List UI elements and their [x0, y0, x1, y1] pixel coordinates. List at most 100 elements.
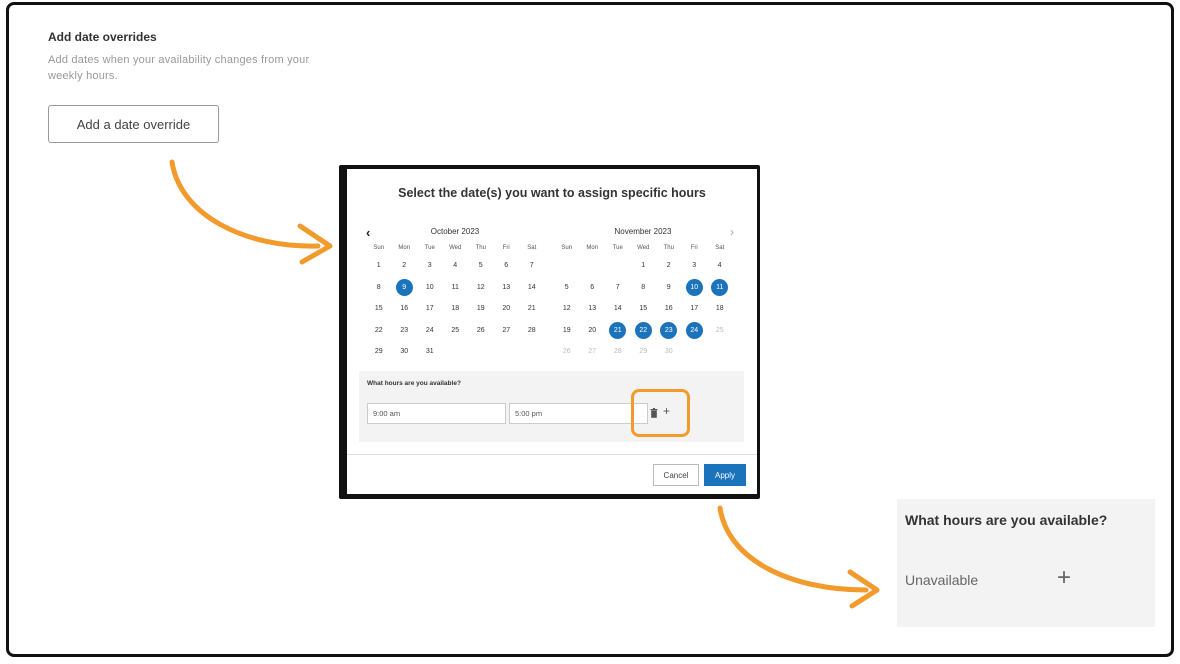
month-title: November 2023 — [614, 227, 672, 236]
highlight-box — [631, 389, 690, 437]
calendar-day[interactable]: 28 — [519, 320, 545, 342]
calendar-day[interactable]: 30 — [392, 341, 418, 363]
calendar-day[interactable]: 31 — [417, 341, 443, 363]
calendar-day[interactable]: 6 — [580, 277, 606, 299]
calendar-day[interactable]: 21 — [519, 298, 545, 320]
weekday-label: Tue — [612, 245, 623, 251]
calendar-day-selected[interactable]: 22 — [631, 320, 657, 342]
calendar-day[interactable]: 11 — [443, 277, 469, 299]
weekday-label: Tue — [424, 245, 435, 251]
calendar-day[interactable]: 29 — [366, 341, 392, 363]
calendar-day-selected[interactable]: 9 — [392, 277, 418, 299]
apply-button[interactable]: Apply — [704, 464, 746, 486]
calendar-day[interactable]: 2 — [392, 255, 418, 277]
calendar-day[interactable]: 19 — [468, 298, 494, 320]
calendar-day-number: 21 — [609, 321, 627, 339]
calendar-day[interactable]: 20 — [580, 320, 606, 342]
unavailable-status: Unavailable — [905, 572, 979, 588]
calendar-day[interactable]: 17 — [417, 298, 443, 320]
calendar-day-number: 22 — [634, 321, 652, 339]
calendar-day[interactable]: 23 — [392, 320, 418, 342]
calendar-day-number: 17 — [690, 305, 699, 313]
modal-title: Select the date(s) you want to assign sp… — [398, 186, 706, 200]
calendar-day-selected[interactable]: 23 — [656, 320, 682, 342]
calendar-day-selected[interactable]: 11 — [707, 277, 733, 299]
calendar-day[interactable]: 14 — [519, 277, 545, 299]
calendar-day[interactable]: 25 — [443, 320, 469, 342]
calendar-day[interactable]: 13 — [580, 298, 606, 320]
calendar-day-number: 27 — [588, 348, 597, 356]
calendar-day[interactable]: 12 — [554, 298, 580, 320]
calendar-day[interactable]: 26 — [468, 320, 494, 342]
calendar-day-number: 30 — [664, 348, 673, 356]
weekday-label: Thu — [475, 245, 486, 251]
calendar-day[interactable]: 1 — [366, 255, 392, 277]
calendar-day[interactable]: 24 — [417, 320, 443, 342]
calendar-day[interactable]: 5 — [554, 277, 580, 299]
trash-icon[interactable] — [650, 408, 658, 418]
calendar-day[interactable]: 7 — [519, 255, 545, 277]
calendar-day-number: 18 — [451, 305, 460, 313]
calendar-day-number: 4 — [453, 262, 458, 270]
end-time-input[interactable]: 5:00 pm — [509, 403, 648, 424]
calendar-day: 29 — [631, 341, 657, 363]
calendar-day[interactable]: 16 — [392, 298, 418, 320]
plus-icon[interactable]: + — [1057, 564, 1071, 592]
calendar-day-number: 5 — [564, 283, 569, 291]
calendar-day[interactable]: 15 — [366, 298, 392, 320]
calendar-day-number: 10 — [425, 283, 434, 291]
calendar-day-number: 15 — [639, 305, 648, 313]
calendar-day-number: 2 — [666, 262, 671, 270]
weekday-label: Wed — [637, 245, 650, 251]
calendar-day[interactable]: 3 — [417, 255, 443, 277]
start-time-input[interactable]: 9:00 am — [367, 403, 506, 424]
calendar-day[interactable]: 18 — [443, 298, 469, 320]
calendar-day-selected[interactable]: 21 — [605, 320, 631, 342]
calendar-day[interactable]: 22 — [366, 320, 392, 342]
calendar-day-number: 8 — [641, 283, 646, 291]
calendar-day[interactable]: 9 — [656, 277, 682, 299]
calendar-day-selected[interactable]: 24 — [682, 320, 708, 342]
calendar-day[interactable]: 6 — [494, 255, 520, 277]
calendar-day[interactable]: 14 — [605, 298, 631, 320]
calendar-day-number: 29 — [374, 348, 383, 356]
weekday-label: Sun — [561, 245, 573, 251]
calendar-day-number: 23 — [660, 321, 678, 339]
plus-icon[interactable]: + — [663, 404, 670, 418]
calendar-day[interactable]: 27 — [494, 320, 520, 342]
calendar-day[interactable]: 1 — [631, 255, 657, 277]
weekday-label: Fri — [690, 245, 698, 251]
calendar-day[interactable]: 20 — [494, 298, 520, 320]
calendar-day[interactable]: 5 — [468, 255, 494, 277]
month-title: October 2023 — [430, 227, 480, 236]
calendar-day-number: 12 — [476, 283, 485, 291]
calendar-day-number: 23 — [400, 326, 409, 334]
calendar-day[interactable]: 16 — [656, 298, 682, 320]
calendar-day[interactable]: 12 — [468, 277, 494, 299]
calendar-day[interactable]: 4 — [443, 255, 469, 277]
calendar-day-number: 2 — [402, 262, 407, 270]
calendar-day-number: 1 — [376, 262, 381, 270]
calendar-day-number: 21 — [527, 305, 536, 313]
calendar-day[interactable]: 8 — [366, 277, 392, 299]
footer-divider — [347, 454, 757, 455]
calendar-day[interactable]: 4 — [707, 255, 733, 277]
cancel-button[interactable]: Cancel — [653, 464, 699, 486]
hours-panel: What hours are you available? 9:00 am 5:… — [359, 371, 744, 442]
calendar-day: 27 — [580, 341, 606, 363]
calendar-day[interactable]: 8 — [631, 277, 657, 299]
calendar-day-number: 26 — [562, 348, 571, 356]
calendar-day[interactable]: 7 — [605, 277, 631, 299]
calendar-day[interactable]: 13 — [494, 277, 520, 299]
calendar-day[interactable]: 15 — [631, 298, 657, 320]
calendar-day[interactable]: 18 — [707, 298, 733, 320]
calendar-day[interactable]: 17 — [682, 298, 708, 320]
calendar-day[interactable]: 19 — [554, 320, 580, 342]
calendar-day-number: 10 — [685, 278, 703, 296]
calendar-day[interactable]: 2 — [656, 255, 682, 277]
calendar-day-selected[interactable]: 10 — [682, 277, 708, 299]
calendar-day[interactable]: 3 — [682, 255, 708, 277]
weekday-header: Sun Mon Tue Wed Thu Fri Sat — [366, 241, 544, 255]
weekday-label: Thu — [663, 245, 674, 251]
calendar-day[interactable]: 10 — [417, 277, 443, 299]
